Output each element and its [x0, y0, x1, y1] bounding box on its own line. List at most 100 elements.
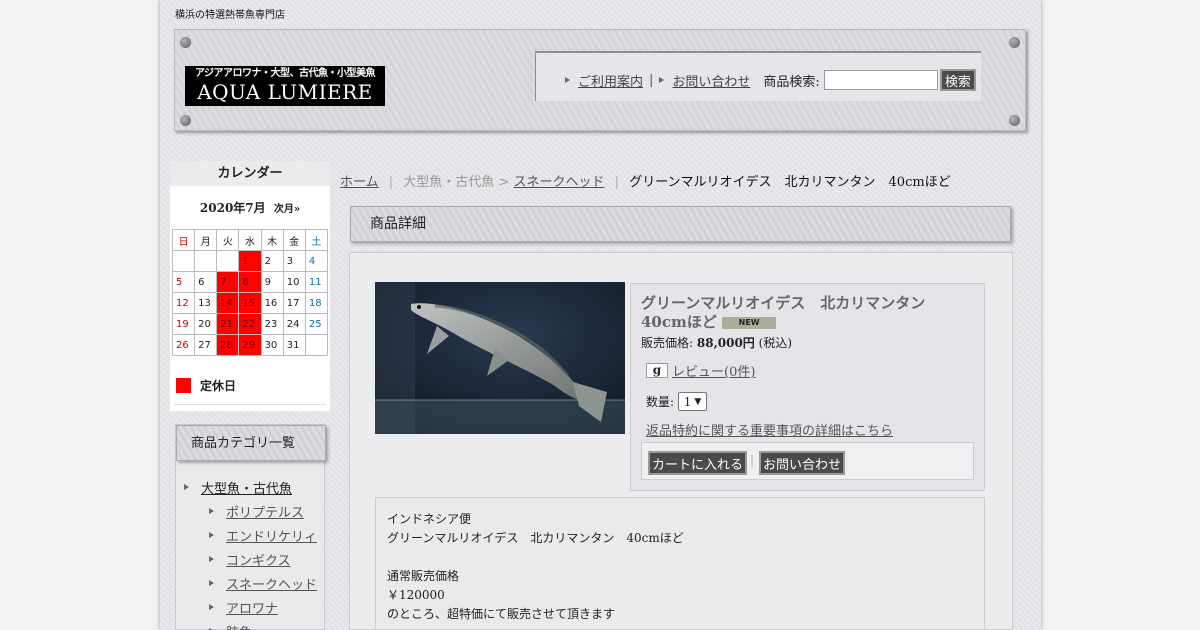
breadcrumb-current: グリーンマルリオイデス 北カリマンタン 40cmほど: [629, 175, 951, 190]
quantity-select[interactable]: 1 ▼: [678, 392, 708, 411]
search-button[interactable]: 検索: [939, 69, 976, 91]
arrow-right-icon: [659, 77, 665, 83]
product-info: グリーンマルリオイデス 北カリマンタン 40cmほど NEW 販売価格: 88,…: [630, 283, 985, 491]
add-to-cart-button[interactable]: カートに入れる: [648, 451, 748, 475]
legend-label: 定休日: [200, 379, 237, 393]
category-link[interactable]: 大型魚・古代魚: [201, 478, 292, 497]
category-item[interactable]: エンドリケリィ: [184, 523, 317, 547]
arrow-right-icon: [209, 580, 214, 586]
calendar-day: 23: [260, 313, 284, 335]
calendar-day: 18: [304, 292, 329, 314]
breadcrumb-category[interactable]: 大型魚・古代魚: [403, 175, 494, 190]
breadcrumb-separator: |: [388, 175, 394, 190]
calendar-day: 3: [282, 250, 306, 272]
review-link[interactable]: レビュー(0件): [672, 361, 755, 380]
search-label: 商品検索:: [763, 74, 820, 90]
calendar-day: 30: [260, 334, 284, 356]
calendar-title: カレンダー: [170, 161, 330, 186]
category-item[interactable]: 肺魚: [184, 619, 317, 630]
category-list: 大型魚・古代魚 ポリプテルス エンドリケリィ コンギクス スネークヘッド アロワ…: [184, 475, 317, 630]
site-logo[interactable]: アジアアロワナ・大型、古代魚・小型美魚 AQUA LUMIERE: [185, 66, 385, 106]
guide-link[interactable]: ご利用案内: [578, 71, 643, 90]
breadcrumb-subcategory[interactable]: スネークヘッド: [514, 175, 605, 190]
calendar-day: 25: [304, 313, 329, 335]
calendar-day: 12: [171, 292, 196, 314]
logo-subtitle: アジアアロワナ・大型、古代魚・小型美魚: [194, 68, 376, 79]
category-box: 商品カテゴリ一覧 大型魚・古代魚 ポリプテルス エンドリケリィ コンギクス スネ…: [175, 424, 326, 630]
description-line: 通常販売価格: [387, 569, 460, 583]
rivet-icon: [1009, 115, 1020, 126]
category-title: 商品カテゴリ一覧: [176, 425, 326, 461]
next-month-link[interactable]: 次月»: [274, 204, 300, 215]
calendar-day: 26: [171, 334, 196, 356]
logo-title: AQUA LUMIERE: [197, 80, 373, 104]
description-line: グリーンマルリオイデス 北カリマンタン 40cmほど: [387, 531, 684, 545]
product-image[interactable]: [375, 282, 625, 434]
calendar-day: 29: [238, 334, 262, 356]
product-description: インドネシア便 グリーンマルリオイデス 北カリマンタン 40cmほど 通常販売価…: [375, 497, 985, 630]
breadcrumb: ホーム | 大型魚・古代魚 > スネークヘッド | グリーンマルリオイデス 北カ…: [340, 171, 951, 190]
holiday-swatch: [176, 378, 191, 393]
rivet-icon: [180, 37, 191, 48]
calendar-day: 22: [238, 313, 262, 335]
calendar-day: 14: [216, 292, 240, 314]
category-link[interactable]: 肺魚: [226, 622, 252, 630]
header-plate: アジアアロワナ・大型、古代魚・小型美魚 AQUA LUMIERE ご利用案内 |…: [174, 29, 1026, 131]
price-label: 販売価格:: [641, 336, 694, 350]
description-line: [387, 548, 973, 567]
category-item[interactable]: アロワナ: [184, 595, 317, 619]
rivet-icon: [1009, 37, 1020, 48]
arrow-right-icon: [209, 556, 214, 562]
arrow-right-icon: [565, 77, 570, 83]
category-link[interactable]: スネークヘッド: [226, 574, 317, 593]
quantity-row: 数量: 1 ▼: [646, 392, 708, 411]
arrow-right-icon: [209, 508, 214, 514]
calendar-day: 10: [282, 271, 306, 293]
calendar-day: 20: [194, 313, 218, 335]
rivet-icon: [180, 115, 191, 126]
breadcrumb-home[interactable]: ホーム: [340, 175, 379, 190]
calendar-day: 31: [282, 334, 306, 356]
calendar-day: 9: [260, 271, 284, 293]
category-item[interactable]: ポリプテルス: [184, 499, 317, 523]
category-item[interactable]: スネークヘッド: [184, 571, 317, 595]
calendar-day: [171, 250, 196, 272]
description-line: のところ、超特価にて販売させて頂きます: [387, 607, 616, 621]
arrow-right-icon: [184, 484, 189, 490]
calendar-grid: 日月火水木金土 1 2 3 4 5 6 7 8 9 10 11 12 13 14 15 16 17 18 19 20 21…: [171, 229, 329, 356]
new-badge: NEW: [722, 317, 777, 329]
inquiry-button[interactable]: お問い合わせ: [759, 451, 846, 475]
button-area: カートに入れる | お問い合わせ: [641, 442, 974, 480]
chevron-down-icon: ▼: [694, 396, 702, 407]
contact-link[interactable]: お問い合わせ: [672, 71, 750, 90]
category-link[interactable]: ポリプテルス: [226, 502, 304, 521]
calendar-day: 16: [260, 292, 284, 314]
calendar-day: 4: [304, 250, 329, 272]
breadcrumb-arrow: >: [498, 175, 510, 190]
button-separator: |: [750, 453, 755, 467]
product-name: グリーンマルリオイデス 北カリマンタン 40cmほど NEW: [641, 294, 976, 332]
category-link[interactable]: エンドリケリィ: [226, 526, 317, 545]
weekday-header: 木: [260, 229, 284, 251]
description-line: インドネシア便: [387, 512, 472, 526]
calendar-widget: カレンダー 2020年7月 次月» 日月火水木金土 1 2 3 4 5 6 7 8 9 10 11 12…: [170, 161, 330, 411]
category-link[interactable]: アロワナ: [226, 598, 278, 617]
arrow-right-icon: [209, 604, 214, 610]
calendar-day: 7: [216, 271, 240, 293]
quantity-value: 1: [683, 394, 692, 409]
category-item[interactable]: 大型魚・古代魚: [184, 475, 317, 499]
calendar-legend: 定休日: [176, 377, 236, 394]
category-item[interactable]: コンギクス: [184, 547, 317, 571]
price-value: 88,000円: [696, 336, 755, 350]
description-line: ￥120000: [387, 588, 445, 602]
calendar-day: 11: [304, 271, 329, 293]
divider: [174, 404, 326, 405]
search-input[interactable]: [823, 70, 938, 90]
tax-note: (税込): [758, 336, 793, 350]
return-policy-link[interactable]: 返品特約に関する重要事項の詳細はこちら: [646, 420, 893, 439]
calendar-day: 8: [238, 271, 262, 293]
fish-photo: [375, 282, 625, 434]
category-link[interactable]: コンギクス: [226, 550, 291, 569]
calendar-day: [194, 250, 218, 272]
quantity-label: 数量:: [646, 395, 675, 409]
